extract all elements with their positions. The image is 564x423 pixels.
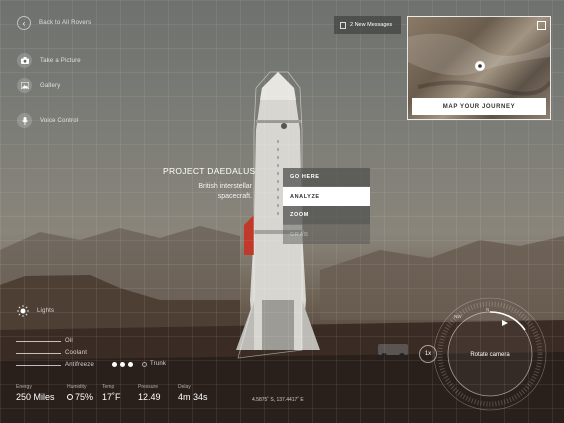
- project-subtitle: British interstellar spacecraft.: [160, 182, 252, 202]
- stat-label: Temp: [102, 384, 115, 390]
- expand-icon[interactable]: [537, 21, 546, 30]
- oil-bar: [16, 340, 61, 342]
- microphone-icon: [17, 113, 32, 128]
- back-arrow-icon[interactable]: ‹: [17, 16, 31, 30]
- trunk-dot: [120, 361, 125, 367]
- menu-grab[interactable]: GRAB: [283, 225, 370, 244]
- voice-control-label: Voice Control: [40, 117, 79, 124]
- stat-value-wrap: 75%: [67, 392, 93, 402]
- trunk-label: Trunk: [150, 361, 167, 367]
- trunk-dot: [128, 361, 133, 367]
- trunk-dot: [112, 361, 117, 367]
- messages-button[interactable]: 2 New Messages: [334, 16, 401, 34]
- stat-value: 4m 34s: [178, 392, 208, 402]
- map-journey-button[interactable]: MAP YOUR JOURNEY: [412, 98, 546, 115]
- project-title: PROJECT DAEDALUS: [163, 166, 256, 176]
- rover-control-screen: ‹ Back to All Rovers Take a Picture Gall…: [0, 0, 564, 423]
- oil-label: Oil: [65, 338, 73, 344]
- image-icon: [17, 78, 32, 93]
- menu-go-here[interactable]: GO HERE: [283, 168, 370, 187]
- camera-icon: [17, 53, 32, 68]
- trunk-toggle[interactable]: [142, 361, 147, 367]
- subtitle-line-1: British interstellar: [198, 183, 252, 190]
- map-panel[interactable]: MAP YOUR JOURNEY: [407, 16, 551, 120]
- menu-analyze[interactable]: ANALYZE: [283, 187, 370, 206]
- menu-zoom[interactable]: ZOOM: [283, 206, 370, 225]
- stat-value: 12.49: [138, 392, 161, 402]
- antifreeze-bar: [16, 364, 61, 366]
- stat-value: 17˚F: [102, 392, 121, 402]
- compass-nw: NW: [454, 314, 462, 319]
- coolant-label: Coolant: [65, 350, 88, 356]
- sun-icon: [17, 305, 29, 317]
- context-menu: GO HERE ANALYZE ZOOM GRAB: [283, 168, 370, 244]
- back-label: Back to All Rovers: [39, 20, 92, 26]
- coolant-bar: [16, 352, 61, 354]
- stat-pressure: Pressure 12.49: [138, 384, 161, 402]
- stat-label: Delay: [178, 384, 191, 390]
- stat-energy: Energy 250 Miles: [16, 384, 55, 402]
- droplet-icon: [67, 394, 73, 400]
- subtitle-line-2: spacecraft.: [217, 193, 252, 200]
- voice-control-button[interactable]: Voice Control: [17, 113, 78, 128]
- stat-humidity: Humidity 75%: [67, 384, 93, 402]
- back-nav[interactable]: ‹ Back to All Rovers: [17, 16, 91, 30]
- oil-gauge: Oil: [16, 338, 73, 344]
- lights-label: Lights: [37, 308, 55, 314]
- stat-label: Humidity: [67, 384, 87, 390]
- compass-n: N: [486, 307, 490, 312]
- take-picture-button[interactable]: Take a Picture: [17, 53, 81, 68]
- antifreeze-gauge: Antifreeze: [16, 362, 94, 368]
- lights-toggle[interactable]: Lights: [17, 305, 54, 317]
- stat-delay: Delay 4m 34s: [178, 384, 208, 402]
- rotate-camera-label: Rotate camera: [470, 352, 510, 358]
- coordinates-readout: 4.5875˚ S, 137.4417˚ E: [252, 397, 304, 403]
- gallery-button[interactable]: Gallery: [17, 78, 60, 93]
- antifreeze-label: Antifreeze: [65, 362, 95, 368]
- take-picture-label: Take a Picture: [40, 57, 81, 64]
- document-icon: [340, 21, 346, 29]
- stat-value: 75%: [75, 392, 94, 402]
- stat-value: 250 Miles: [16, 392, 55, 402]
- messages-label: 2 New Messages: [350, 22, 393, 28]
- stat-temp: Temp 17˚F: [102, 384, 121, 402]
- coolant-gauge: Coolant: [16, 350, 87, 356]
- trunk-control[interactable]: Trunk: [112, 361, 166, 367]
- gallery-label: Gallery: [40, 82, 61, 89]
- stat-label: Pressure: [138, 384, 159, 390]
- stat-label: Energy: [16, 384, 32, 390]
